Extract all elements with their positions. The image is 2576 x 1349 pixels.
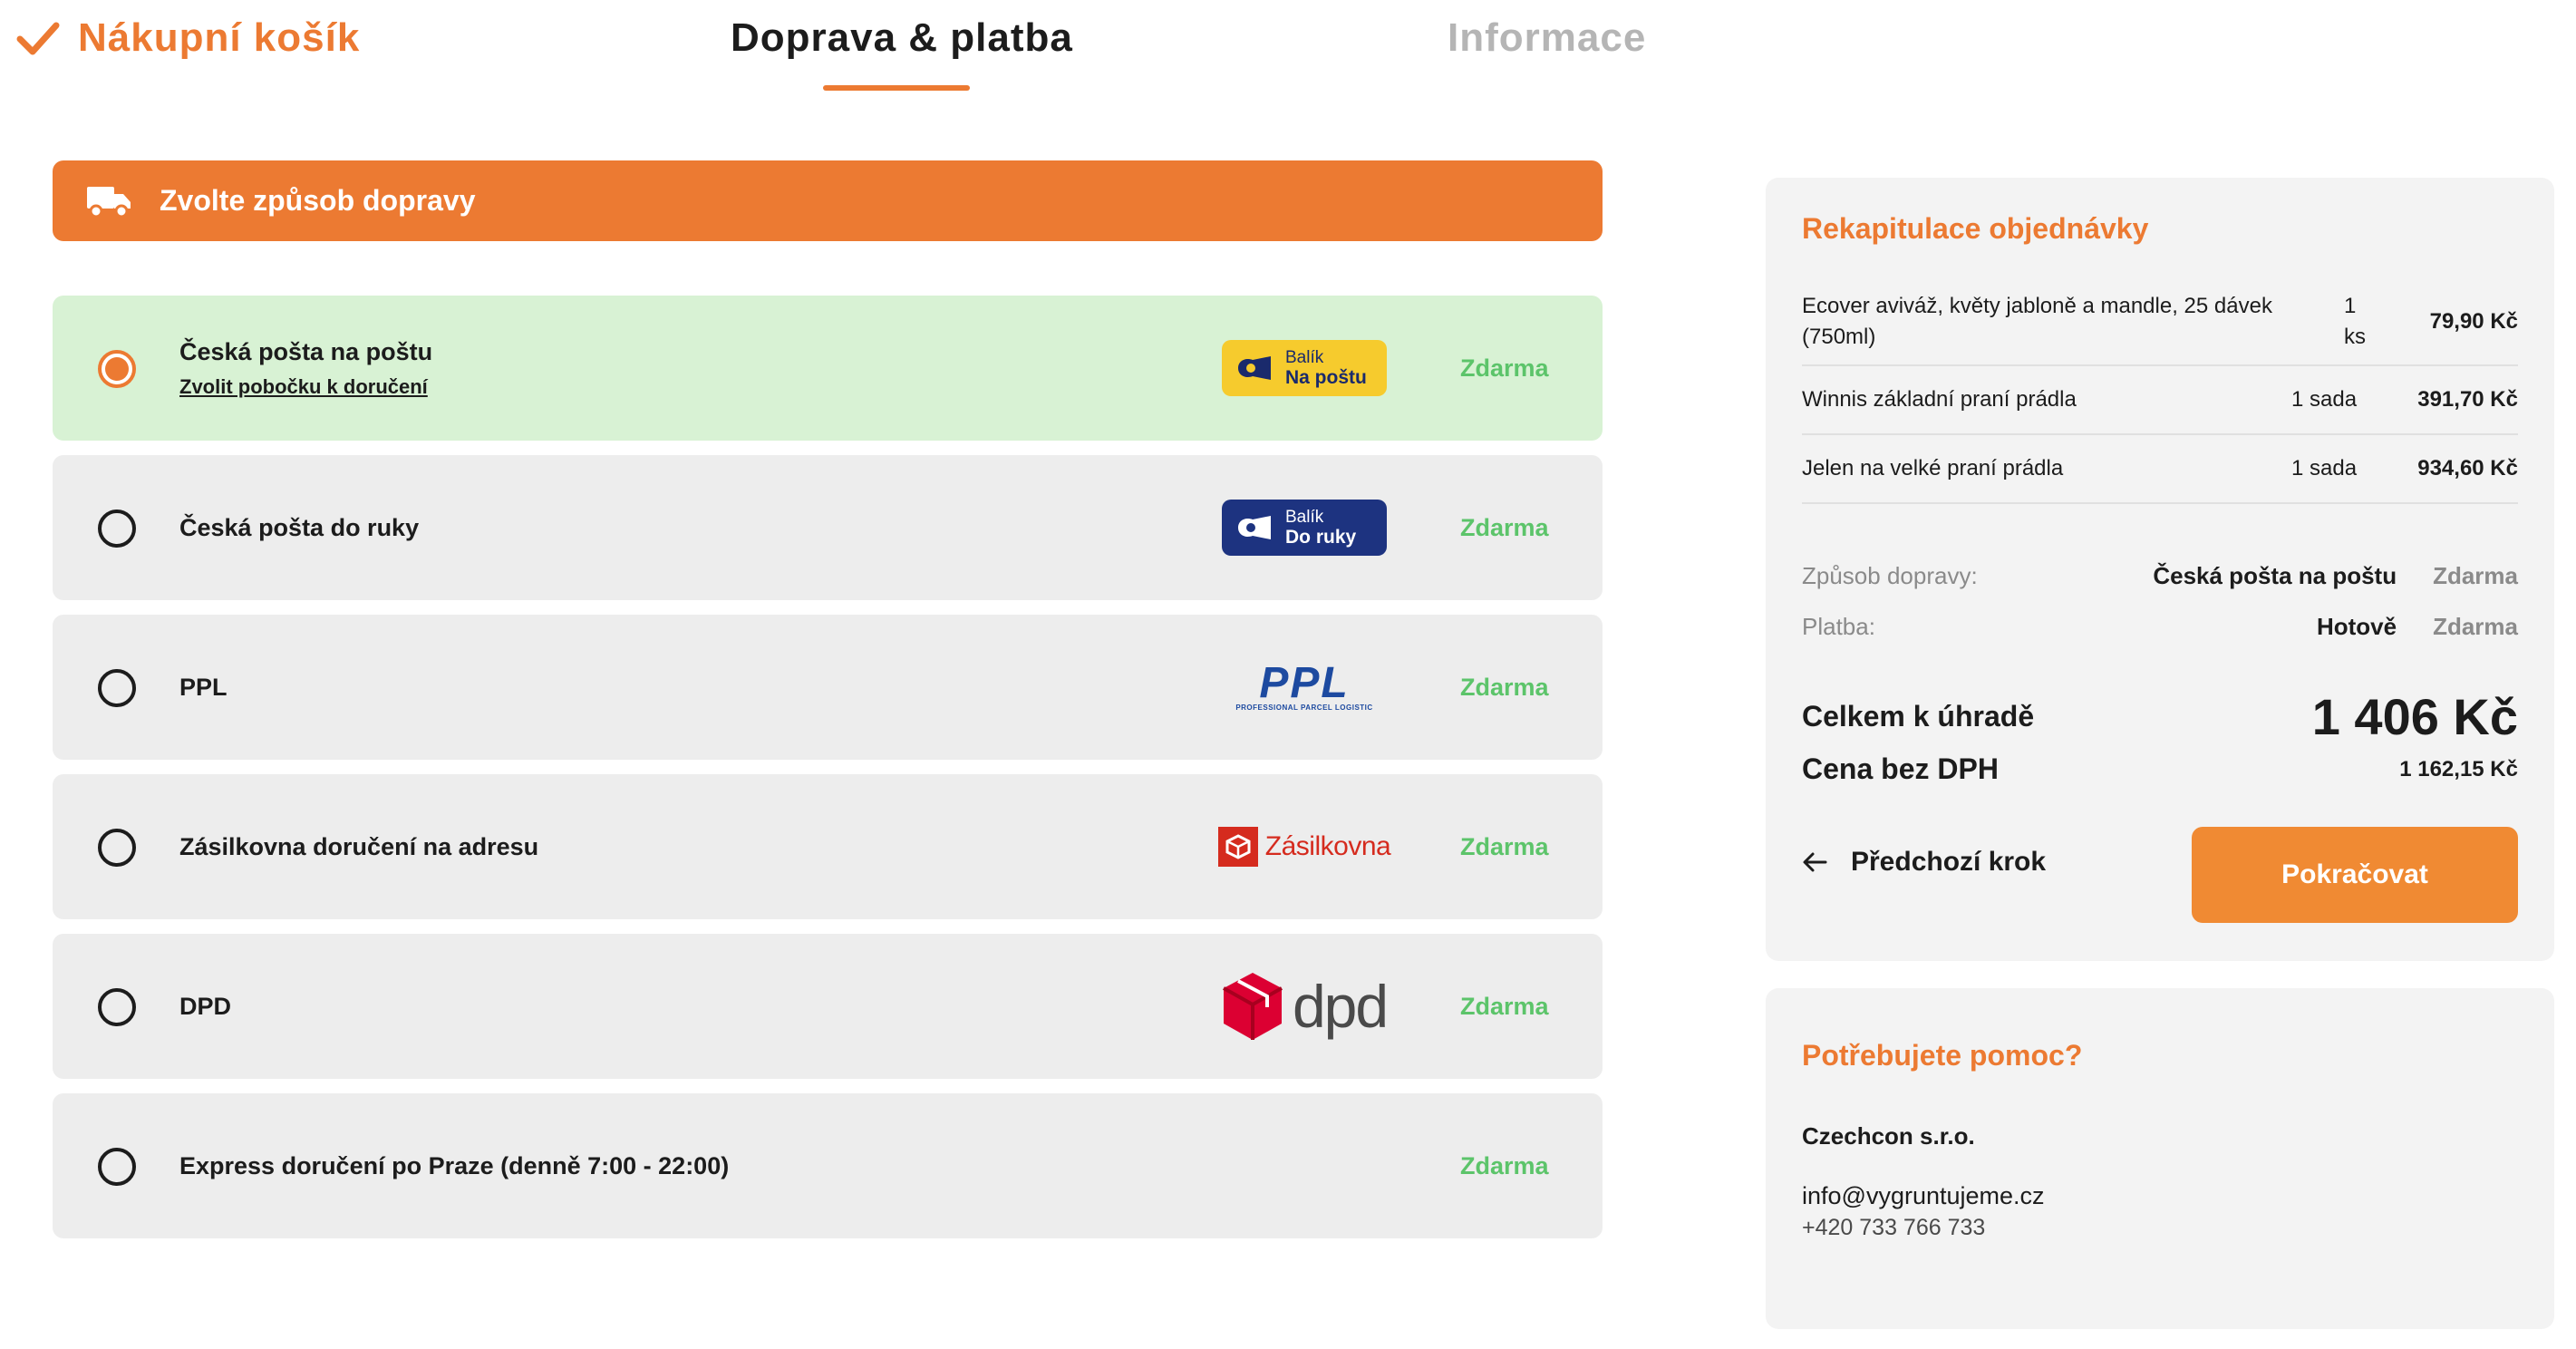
shipping-option-posta-na-postu[interactable]: Česká pošta na poštu Zvolit pobočku k do… (53, 296, 1603, 441)
truck-icon (87, 186, 131, 218)
summary-shipping-label: Způsob dopravy: (1802, 562, 1978, 589)
total-label: Celkem k úhradě (1802, 700, 2035, 733)
summary-shipping-row: Způsob dopravy: Česká pošta na poštu Zda… (1802, 562, 2518, 590)
shipping-header-label: Zvolte způsob dopravy (160, 184, 476, 217)
arrow-left-icon (1803, 852, 1827, 872)
shipping-price: Zdarma (1460, 1151, 1549, 1179)
shipping-option-name: DPD (179, 992, 232, 1020)
shipping-price: Zdarma (1460, 673, 1549, 701)
step-info: Informace (1448, 15, 1647, 60)
posthorn-icon (1238, 516, 1271, 539)
total-value: 1 406 Kč (2311, 688, 2518, 745)
item-qty: 1 sada (2291, 387, 2358, 412)
summary-payment-label: Platba: (1802, 613, 1875, 640)
zasilkovna-logo-word: Zásilkovna (1264, 831, 1391, 861)
shipping-option-name: PPL (179, 673, 228, 701)
order-items-list: Ecover aviváž, květy jabloně a mandle, 2… (1802, 279, 2518, 504)
shipping-option-zasilkovna[interactable]: Zásilkovna doručení na adresu Zásilkovna… (53, 774, 1603, 919)
net-price-value: 1 162,15 Kč (2399, 756, 2518, 781)
summary-shipping-value: Česká pošta na poštu (2153, 562, 2397, 589)
order-item: Ecover aviváž, květy jabloně a mandle, 2… (1802, 279, 2518, 366)
ppl-logo-sub: PROFESSIONAL PARCEL LOGISTIC (1235, 703, 1373, 712)
item-price: 391,70 Kč (2417, 387, 2518, 412)
shipping-option-posta-do-ruky[interactable]: Česká pošta do ruky Balík Do ruky Zdarma (53, 455, 1603, 600)
dpd-logo: dpd (1222, 934, 1389, 1079)
net-price-row: Cena bez DPH 1 162,15 Kč (1802, 752, 2518, 786)
radio-button[interactable] (98, 988, 136, 1026)
shipping-option-dpd[interactable]: DPD dpd Zdarma (53, 934, 1603, 1079)
previous-step-link[interactable]: Předchozí krok (1802, 847, 2046, 878)
step-cart[interactable]: Nákupní košík (15, 13, 360, 63)
logo-line1: Balík (1285, 508, 1324, 527)
item-name: Winnis základní praní prádla (1802, 387, 2077, 412)
item-name: Ecover aviváž, květy jabloně a mandle, 2… (1802, 294, 2272, 349)
logo-line2: Na poštu (1285, 367, 1367, 388)
zasilkovna-box-icon (1217, 827, 1258, 867)
shipping-option-ppl[interactable]: PPL PPL PROFESSIONAL PARCEL LOGISTIC Zda… (53, 615, 1603, 760)
summary-payment-row: Platba: Hotově Zdarma (1802, 613, 2518, 641)
shipping-option-name: Česká pošta na poštu (179, 337, 433, 365)
logo-line2: Do ruky (1285, 527, 1357, 548)
radio-button[interactable] (98, 510, 136, 548)
shipping-price: Zdarma (1460, 832, 1549, 860)
help-title: Potřebujete pomoc? (1802, 1039, 2083, 1072)
shipping-option-name: Express doručení po Praze (denně 7:00 - … (179, 1151, 730, 1179)
help-company: Czechcon s.r.o. (1802, 1122, 1975, 1150)
total-row: Celkem k úhradě 1 406 Kč (1802, 687, 2518, 746)
item-price: 934,60 Kč (2417, 456, 2518, 480)
shipping-method-header: Zvolte způsob dopravy (53, 160, 1603, 241)
shipping-options-list: Česká pošta na poštu Zvolit pobočku k do… (53, 296, 1603, 1253)
active-step-indicator (823, 85, 970, 91)
radio-button[interactable] (98, 1148, 136, 1186)
balik-do-ruky-logo: Balík Do ruky (1222, 455, 1387, 600)
ppl-logo: PPL PROFESSIONAL PARCEL LOGISTIC (1222, 615, 1387, 760)
continue-button[interactable]: Pokračovat (2192, 827, 2518, 923)
ppl-logo-word: PPL (1259, 658, 1350, 707)
shipping-option-express-praha[interactable]: Express doručení po Praze (denně 7:00 - … (53, 1093, 1603, 1238)
help-phone-link[interactable]: +420 733 766 733 (1802, 1215, 1985, 1241)
summary-shipping-price: Zdarma (2433, 562, 2518, 589)
item-qty: 1 sada (2291, 456, 2358, 480)
shipping-price: Zdarma (1460, 513, 1549, 541)
item-name: Jelen na velké praní prádla (1802, 456, 2064, 480)
shipping-option-name: Česká pošta do ruky (179, 513, 420, 541)
choose-branch-link[interactable]: Zvolit pobočku k doručení (179, 375, 432, 399)
net-price-label: Cena bez DPH (1802, 752, 1999, 785)
radio-button-selected[interactable] (98, 350, 136, 388)
step-shipping: Doprava & platba (731, 15, 1073, 60)
posthorn-icon (1238, 356, 1271, 380)
shipping-option-name: Zásilkovna doručení na adresu (179, 832, 539, 860)
zasilkovna-logo: Zásilkovna (1217, 774, 1391, 919)
step-cart-label: Nákupní košík (78, 15, 361, 60)
logo-line1: Balík (1285, 348, 1324, 367)
summary-payment-value: Hotově (2316, 613, 2397, 640)
item-price: 79,90 Kč (2429, 309, 2518, 334)
order-summary-title: Rekapitulace objednávky (1802, 212, 2149, 245)
order-summary-panel: Rekapitulace objednávky Ecover aviváž, k… (1766, 178, 2554, 961)
shipping-price: Zdarma (1460, 354, 1549, 382)
order-item: Jelen na velké praní prádla 1 sada 934,6… (1802, 435, 2518, 504)
radio-button[interactable] (98, 669, 136, 707)
item-qty: 1 ks (2344, 294, 2366, 349)
radio-button[interactable] (98, 829, 136, 867)
help-panel: Potřebujete pomoc? Czechcon s.r.o. info@… (1766, 988, 2554, 1329)
dpd-cube-icon (1222, 973, 1283, 1040)
help-email-link[interactable]: info@vygruntujeme.cz (1802, 1182, 2045, 1210)
summary-payment-price: Zdarma (2433, 613, 2518, 640)
checkmark-icon (16, 22, 60, 55)
previous-step-label: Předchozí krok (1851, 847, 2047, 877)
order-item: Winnis základní praní prádla 1 sada 391,… (1802, 366, 2518, 435)
dpd-logo-word: dpd (1292, 973, 1389, 1040)
checkout-steps: Nákupní košík Doprava & platba Informace (0, 0, 1677, 100)
balik-na-postu-logo: Balík Na poštu (1222, 296, 1387, 441)
shipping-price: Zdarma (1460, 992, 1549, 1020)
